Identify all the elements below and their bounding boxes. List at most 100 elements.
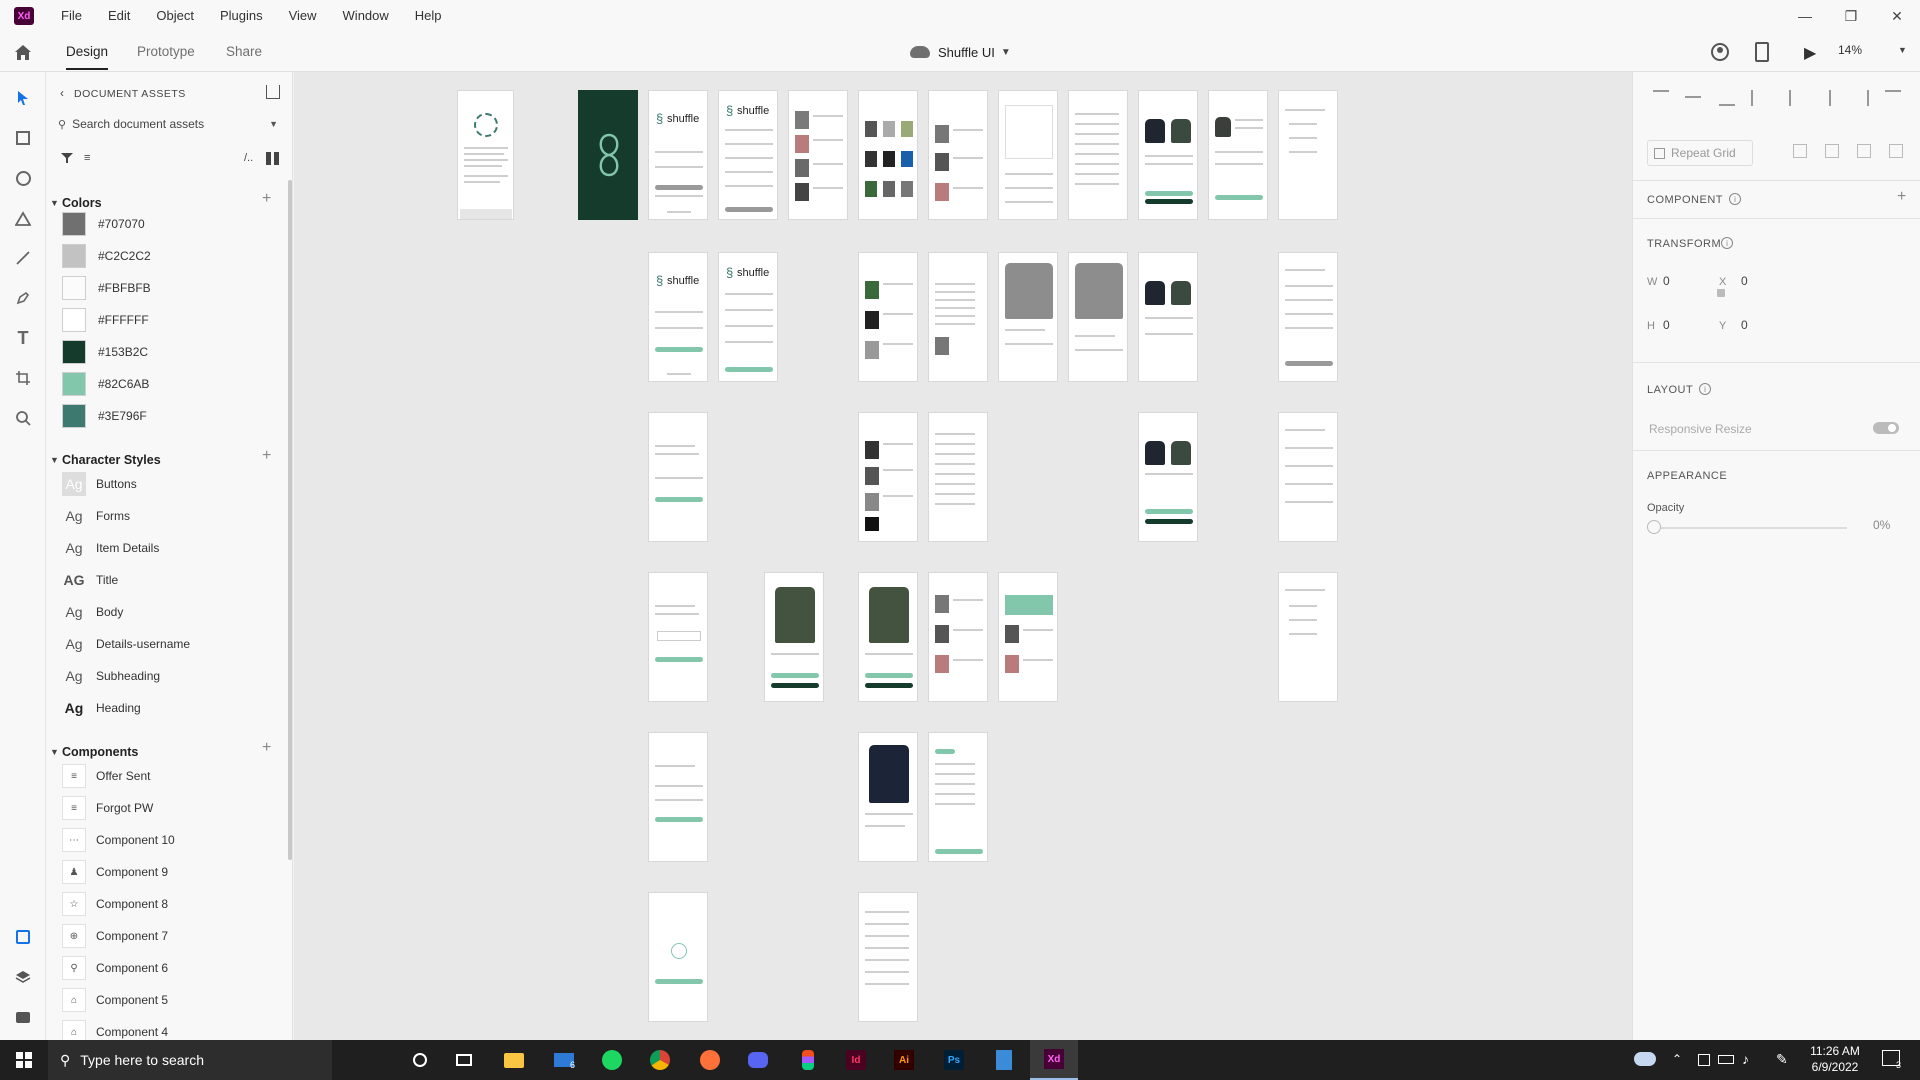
zoom-chevron-icon[interactable]: ▼	[1898, 45, 1907, 55]
artboard[interactable]	[457, 90, 514, 220]
task-view-icon[interactable]	[440, 1040, 488, 1080]
menu-view[interactable]: View	[276, 0, 330, 32]
artboard-product-detail[interactable]	[858, 572, 918, 702]
color-swatch-row[interactable]: #FFFFFF	[62, 306, 282, 334]
char-style-row[interactable]: Ag Item Details	[62, 534, 282, 562]
artboard[interactable]	[1068, 90, 1128, 220]
color-swatch-row[interactable]: #FBFBFB	[62, 274, 282, 302]
zoom-level[interactable]: 14%	[1838, 43, 1862, 57]
artboard[interactable]	[1278, 90, 1338, 220]
rectangle-tool-icon[interactable]	[11, 126, 35, 150]
distribute-horizontal-icon[interactable]	[1885, 90, 1901, 106]
tab-share[interactable]: Share	[226, 32, 262, 72]
menu-plugins[interactable]: Plugins	[207, 0, 276, 32]
pen-workspace-icon[interactable]: ✎	[1776, 1051, 1788, 1068]
select-tool-icon[interactable]	[11, 86, 35, 110]
color-swatch-row[interactable]: #153B2C	[62, 338, 282, 366]
colors-chevron-icon[interactable]: ▼	[50, 198, 59, 208]
align-center-icon[interactable]	[1815, 90, 1831, 106]
component-row[interactable]: ☆ Component 8	[62, 890, 282, 918]
info-icon[interactable]: i	[1729, 193, 1741, 205]
add-component-state-icon[interactable]: +	[1897, 188, 1906, 206]
component-row[interactable]: ⋯ Component 10	[62, 826, 282, 854]
list-view-icon[interactable]: /..	[244, 152, 253, 164]
device-preview-icon[interactable]	[1755, 42, 1769, 62]
artboard[interactable]	[1138, 412, 1198, 542]
artboard-upload[interactable]	[998, 90, 1058, 220]
tab-prototype[interactable]: Prototype	[137, 32, 195, 72]
char-style-row[interactable]: Ag Details-username	[62, 630, 282, 658]
artboard-splash[interactable]	[578, 90, 638, 220]
opacity-slider[interactable]	[1657, 527, 1847, 529]
artboard-product[interactable]	[1068, 252, 1128, 382]
menu-file[interactable]: File	[48, 0, 95, 32]
component-row[interactable]: ≡ Forgot PW	[62, 794, 282, 822]
polygon-tool-icon[interactable]	[11, 206, 35, 230]
distribute-icon[interactable]	[1751, 90, 1767, 106]
boolean-subtract-icon[interactable]	[1825, 144, 1839, 158]
plugins-icon[interactable]	[11, 1005, 35, 1029]
add-color-icon[interactable]: +	[262, 190, 271, 208]
opacity-input[interactable]: 0%	[1873, 518, 1890, 532]
illustrator-icon[interactable]: Ai	[880, 1040, 928, 1080]
artboard-offer[interactable]	[1208, 90, 1268, 220]
sort-icon[interactable]: ≡	[84, 152, 90, 164]
color-swatch-row[interactable]: #707070	[62, 210, 282, 238]
filter-icon[interactable]	[60, 152, 74, 167]
char-style-row[interactable]: Ag Body	[62, 598, 282, 626]
lock-aspect-icon[interactable]	[1717, 289, 1725, 297]
close-icon[interactable]: ✕	[1874, 0, 1920, 32]
export-icon[interactable]	[266, 85, 280, 99]
text-tool-icon[interactable]: T	[11, 326, 35, 350]
align-top-icon[interactable]	[1653, 90, 1669, 106]
info-icon[interactable]: i	[1721, 237, 1733, 249]
search-chevron-icon[interactable]: ▼	[269, 119, 278, 129]
calculator-icon[interactable]	[980, 1040, 1028, 1080]
artboard[interactable]	[858, 412, 918, 542]
artboard[interactable]	[928, 252, 988, 382]
battery-icon[interactable]	[1718, 1055, 1734, 1064]
asset-search[interactable]: ⚲ Search document assets ▼	[58, 112, 278, 136]
chrome-icon[interactable]	[636, 1040, 684, 1080]
artboard[interactable]	[1278, 572, 1338, 702]
photoshop-icon[interactable]: Ps	[930, 1040, 978, 1080]
assets-panel-icon[interactable]	[11, 925, 35, 949]
artboard[interactable]	[928, 572, 988, 702]
artboard-settings[interactable]	[858, 892, 918, 1022]
artboard[interactable]	[1138, 90, 1198, 220]
spotify-icon[interactable]	[588, 1040, 636, 1080]
artboard-signup-alt[interactable]: § shuffle	[718, 252, 778, 382]
align-left-icon[interactable]	[1789, 90, 1805, 106]
document-title[interactable]: Shuffle UI ▼	[910, 42, 1011, 62]
char-style-row[interactable]: Ag Forms	[62, 502, 282, 530]
boolean-intersect-icon[interactable]	[1857, 144, 1871, 158]
assets-scrollbar[interactable]	[288, 180, 292, 860]
user-icon[interactable]	[1710, 42, 1730, 62]
clock[interactable]: 11:26 AM 6/9/2022	[1802, 1044, 1868, 1074]
char-style-row[interactable]: Ag Buttons	[62, 470, 282, 498]
show-hidden-icons-chevron[interactable]: ⌃	[1672, 1052, 1682, 1066]
artboard[interactable]	[858, 252, 918, 382]
play-icon[interactable]: ▶	[1804, 43, 1816, 63]
add-component-icon[interactable]: +	[262, 739, 271, 757]
align-middle-icon[interactable]	[1685, 96, 1701, 112]
file-explorer-icon[interactable]	[490, 1040, 538, 1080]
artboard-product-detail[interactable]	[764, 572, 824, 702]
artboard[interactable]	[928, 90, 988, 220]
minimize-icon[interactable]: —	[1782, 0, 1828, 32]
component-row[interactable]: ♟ Component 9	[62, 858, 282, 886]
artboard-product-detail[interactable]	[858, 732, 918, 862]
align-right-icon[interactable]	[1853, 90, 1869, 106]
component-row[interactable]: ⌂ Component 5	[62, 986, 282, 1014]
firefox-icon[interactable]	[686, 1040, 734, 1080]
mail-icon[interactable]: 6	[540, 1040, 588, 1080]
boolean-add-icon[interactable]	[1793, 144, 1807, 158]
artboard-grid[interactable]	[858, 90, 918, 220]
artboard-success[interactable]	[648, 892, 708, 1022]
y-input[interactable]: 0	[1741, 318, 1748, 332]
artboard[interactable]	[998, 572, 1058, 702]
char-styles-chevron-icon[interactable]: ▼	[50, 455, 59, 465]
discord-icon[interactable]	[734, 1040, 782, 1080]
component-row[interactable]: ≡ Offer Sent	[62, 762, 282, 790]
back-chevron-icon[interactable]: ‹	[60, 86, 64, 100]
